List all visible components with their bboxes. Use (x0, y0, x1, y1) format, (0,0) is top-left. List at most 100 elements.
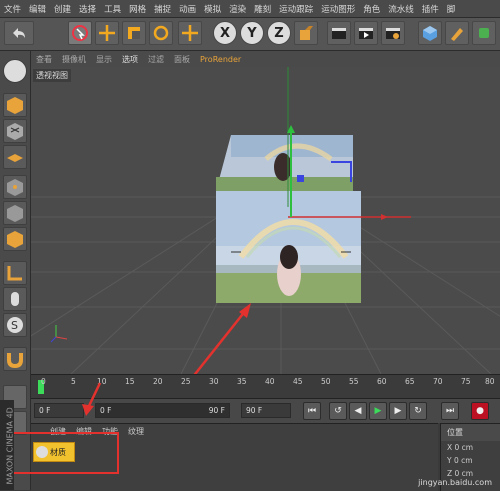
tick-40: 40 (265, 377, 275, 386)
viewport-menu-panel[interactable]: 面板 (169, 54, 195, 65)
menu-create[interactable]: 创建 (50, 3, 75, 15)
axis-mode-icon[interactable] (3, 261, 27, 285)
menu-edit[interactable]: 编辑 (25, 3, 50, 15)
magnet-icon[interactable] (3, 347, 27, 371)
coordinate-icon[interactable] (294, 21, 318, 45)
polygon-mode-icon[interactable] (3, 227, 27, 251)
next-key-icon[interactable]: ↻ (409, 402, 427, 420)
spline-icon[interactable] (472, 21, 496, 45)
tick-50: 50 (321, 377, 331, 386)
x-axis-label: X (219, 25, 231, 41)
menu-file[interactable]: 文件 (0, 3, 25, 15)
viewport-menu-view[interactable]: 查看 (31, 54, 57, 65)
tick-30: 30 (209, 377, 219, 386)
tick-25: 25 (181, 377, 191, 386)
material-menu-texture[interactable]: 纹理 (123, 426, 149, 437)
viewport-menu-display[interactable]: 显示 (91, 54, 117, 65)
menu-plugins[interactable]: 插件 (418, 3, 443, 15)
frame-range-slider[interactable]: 0 F 90 F (95, 403, 230, 418)
viewport-menu-filter[interactable]: 过滤 (143, 54, 169, 65)
axis-x-label: X (447, 443, 453, 452)
move-icon[interactable] (95, 21, 119, 45)
viewport-menu-options[interactable]: 选项 (117, 54, 143, 65)
end-frame-field[interactable]: 90 F (241, 403, 291, 418)
menu-render[interactable]: 渲染 (225, 3, 250, 15)
axis-y-value: 0 cm (453, 456, 473, 465)
menu-pipeline[interactable]: 流水线 (384, 3, 418, 15)
axis-z-value: 0 cm (454, 469, 474, 478)
menu-snap[interactable]: 捕捉 (150, 3, 175, 15)
tick-70: 70 (433, 377, 443, 386)
current-frame-value: 0 F (100, 406, 112, 415)
z-axis-icon[interactable]: Z (267, 21, 291, 45)
render-view-icon[interactable] (354, 21, 378, 45)
perspective-viewport[interactable]: 透视视图 (31, 67, 500, 374)
previous-frame-icon[interactable]: ◀ (349, 402, 367, 420)
tick-65: 65 (405, 377, 415, 386)
viewport-menu-camera[interactable]: 摄像机 (57, 54, 91, 65)
main-toolbar: X Y Z (0, 18, 500, 51)
menu-sculpt[interactable]: 雕刻 (250, 3, 275, 15)
viewport-scene (31, 67, 500, 374)
axis-z-label: Z (447, 469, 453, 478)
record-icon[interactable]: ● (471, 402, 489, 420)
tick-15: 15 (125, 377, 135, 386)
viewport-label: 透视视图 (33, 69, 71, 82)
texture-mode-icon[interactable] (3, 119, 27, 143)
tweak-icon[interactable] (3, 287, 27, 311)
menu-mograph[interactable]: 运动图形 (317, 3, 359, 15)
workplane-icon[interactable] (3, 145, 27, 169)
rotate-icon[interactable] (149, 21, 173, 45)
playback-bar: 0 F 0 F 90 F 90 F ⏮ ↺ ◀ ▶ ▶ ↻ ⏭ ● (31, 398, 500, 423)
start-frame-field[interactable]: 0 F (34, 403, 84, 418)
timeline-ruler[interactable]: 0 5 10 15 20 25 30 35 40 45 50 55 60 65 … (31, 374, 500, 399)
cube-icon[interactable] (418, 21, 442, 45)
menu-select[interactable]: 选择 (75, 3, 100, 15)
tick-45: 45 (293, 377, 303, 386)
viewport-menu-prorender[interactable]: ProRender (195, 55, 246, 64)
menu-tools[interactable]: 工具 (100, 3, 125, 15)
menu-motion-tracking[interactable]: 运动跟踪 (275, 3, 317, 15)
select-icon[interactable] (68, 21, 92, 45)
next-frame-icon[interactable]: ▶ (389, 402, 407, 420)
tick-10: 10 (97, 377, 107, 386)
scale-icon[interactable] (122, 21, 146, 45)
tick-0: 0 (41, 377, 46, 386)
menu-animate[interactable]: 动画 (175, 3, 200, 15)
point-mode-icon[interactable] (3, 175, 27, 199)
watermark: jingyan.baidu.com (418, 478, 492, 487)
svg-text:S: S (11, 319, 18, 332)
viewport-menu: 查看 摄像机 显示 选项 过滤 面板 ProRender (31, 51, 500, 67)
tick-5: 5 (71, 377, 76, 386)
previous-key-icon[interactable]: ↺ (329, 402, 347, 420)
render-settings-icon[interactable] (381, 21, 405, 45)
snap-icon[interactable]: S (3, 313, 27, 337)
menu-bar: 文件 编辑 创建 选择 工具 网格 捕捉 动画 模拟 渲染 雕刻 运动跟踪 运动… (0, 0, 500, 18)
y-axis-icon[interactable]: Y (240, 21, 264, 45)
render-region-icon[interactable] (327, 21, 351, 45)
position-title: 位置 (441, 424, 500, 441)
move-axis-icon[interactable] (178, 21, 202, 45)
position-row-y[interactable]: Y 0 cm (441, 454, 500, 467)
play-icon[interactable]: ▶ (369, 402, 387, 420)
material-manager: 创建 编辑 功能 纹理 材质 (9, 423, 438, 491)
z-axis-label: Z (274, 25, 284, 41)
pen-icon[interactable] (445, 21, 469, 45)
brand-label: MAXON CINEMA 4D (5, 407, 15, 485)
tick-35: 35 (237, 377, 247, 386)
menu-simulate[interactable]: 模拟 (200, 3, 225, 15)
menu-mesh[interactable]: 网格 (125, 3, 150, 15)
menu-character[interactable]: 角色 (359, 3, 384, 15)
edge-mode-icon[interactable] (3, 201, 27, 225)
menu-script[interactable]: 脚 (443, 3, 460, 15)
undo-icon[interactable] (4, 21, 34, 45)
make-editable-icon[interactable] (3, 59, 27, 83)
tick-75: 75 (461, 377, 471, 386)
tick-55: 55 (349, 377, 359, 386)
go-to-end-icon[interactable]: ⏭ (441, 402, 459, 420)
model-mode-icon[interactable] (3, 93, 27, 117)
x-axis-icon[interactable]: X (213, 21, 237, 45)
tick-80: 80 (485, 377, 495, 386)
go-to-start-icon[interactable]: ⏮ (303, 402, 321, 420)
position-row-x[interactable]: X 0 cm (441, 441, 500, 454)
